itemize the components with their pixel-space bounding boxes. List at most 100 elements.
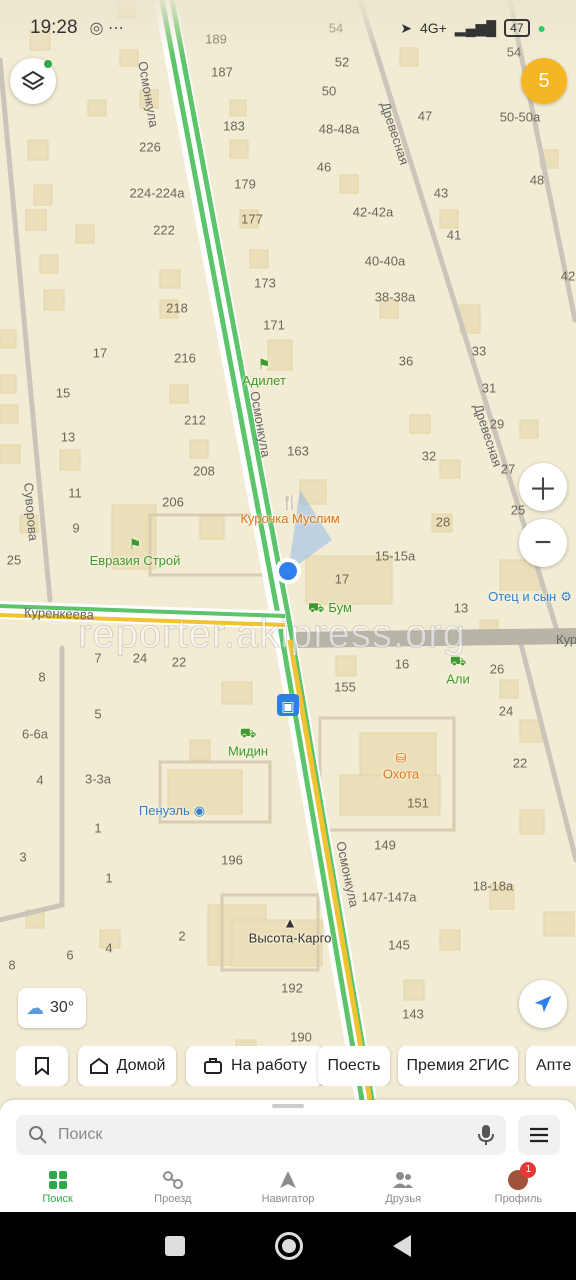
poi-penuel[interactable]: Пенуэль ◉ — [139, 803, 205, 819]
tab-label: Проезд — [154, 1192, 192, 1205]
house-number: 5 — [94, 706, 102, 722]
house-number: 25 — [6, 552, 22, 568]
chip-label: Апте — [536, 1057, 572, 1074]
home-button[interactable] — [275, 1232, 303, 1260]
house-number: 43 — [433, 185, 449, 201]
poi-evraziya-stroy[interactable]: ⚑ Евразия Строй — [90, 536, 181, 568]
house-number: 6-6а — [21, 726, 49, 742]
menu-button[interactable] — [518, 1115, 560, 1155]
avatar: 1 — [508, 1161, 537, 1190]
my-location-button[interactable] — [519, 980, 567, 1028]
house-number: 40-40а — [364, 253, 406, 269]
house-number: 1 — [94, 820, 102, 836]
house-number: 42-42а — [352, 204, 394, 220]
network-type: 4G+ — [419, 20, 447, 36]
tab-search[interactable]: Поиск — [0, 1162, 115, 1212]
house-number: 149 — [374, 837, 396, 853]
tab-profile[interactable]: 1 Профиль — [461, 1161, 576, 1212]
tab-navigator[interactable]: Навигатор — [230, 1162, 345, 1212]
house-number: 8 — [8, 957, 16, 973]
profile-badge: 1 — [520, 1161, 537, 1178]
poi-vysota-kargo[interactable]: ▲ Высота-Карго — [249, 915, 332, 946]
cloud-sun-icon: ☁ — [26, 997, 44, 1018]
poi-adilet[interactable]: ⚑ Адилет — [242, 356, 286, 388]
house-number: 25 — [510, 502, 526, 518]
house-number: 50-50а — [499, 109, 541, 125]
status-bar: 19:28 ◎ ⋯ ➤ 4G+ ▂▄▆█ 47 ● — [0, 0, 576, 56]
house-number: 33 — [471, 343, 487, 359]
food-icon: 🍴 — [281, 494, 299, 510]
house-number: 208 — [193, 463, 215, 479]
house-number: 226 — [139, 139, 161, 155]
house-number: 8 — [38, 669, 46, 685]
briefcase-icon — [204, 1058, 223, 1074]
bookmark-icon — [35, 1057, 49, 1075]
chip-label: Домой — [116, 1057, 166, 1074]
layers-indicator — [44, 60, 52, 68]
house-number: 32 — [421, 448, 437, 464]
house-number: 155 — [334, 679, 356, 695]
weather-widget[interactable]: ☁ 30° — [18, 988, 86, 1028]
house-number: 15 — [55, 385, 71, 401]
search-placeholder: Поиск — [58, 1126, 103, 1143]
house-number: 187 — [211, 64, 233, 80]
house-number: 196 — [221, 852, 243, 868]
tab-friends[interactable]: Друзья — [346, 1162, 461, 1212]
home-icon — [89, 1057, 108, 1074]
tab-label: Навигатор — [261, 1192, 315, 1205]
system-nav-bar — [0, 1212, 576, 1280]
house-number: 212 — [184, 412, 206, 428]
dot-icon: ● — [537, 20, 546, 36]
poi-ali[interactable]: ⛟ Али — [446, 654, 470, 687]
house-number: 143 — [402, 1006, 424, 1022]
house-number: 38-38а — [374, 289, 416, 305]
sheet-handle[interactable] — [272, 1104, 304, 1108]
house-number: 192 — [281, 980, 303, 996]
house-number: 48-48а — [318, 121, 360, 137]
house-number: 18-18а — [472, 878, 514, 894]
house-number: 179 — [234, 176, 256, 192]
house-number: 190 — [290, 1029, 312, 1045]
poi-midin[interactable]: ⛟ Мидин — [228, 726, 268, 759]
basket-icon: ⛟ — [239, 725, 257, 741]
friends-icon — [393, 1171, 414, 1188]
chip-label: На работу — [231, 1057, 307, 1074]
back-button[interactable] — [393, 1235, 411, 1257]
work-chip[interactable]: На работу — [186, 1046, 324, 1086]
bottom-tabs: Поиск Проезд Навигатор Друзья 1 Профиль — [0, 1161, 576, 1212]
chip-label: Премия 2ГИС — [406, 1057, 510, 1074]
microphone-icon[interactable] — [478, 1124, 494, 1146]
pharmacy-chip[interactable]: Апте — [526, 1046, 576, 1086]
notifications-badge[interactable]: 5 — [521, 58, 567, 104]
house-number: 9 — [72, 520, 80, 536]
zoom-out-button[interactable]: − — [519, 519, 567, 567]
house-number: 224-224а — [129, 185, 185, 201]
house-number: 47 — [417, 108, 433, 124]
navigation-arrow-icon — [534, 995, 552, 1013]
house-number: 52 — [334, 54, 350, 70]
home-chip[interactable]: Домой — [78, 1046, 176, 1086]
eat-chip[interactable]: Поесть — [318, 1046, 390, 1086]
house-number: 3-3а — [84, 771, 112, 787]
map-view[interactable]: ▣ 1 8 9 5 4 52 187 50 5 4 47 48-48а 50-50а 1… — [0, 0, 576, 1212]
premia-2gis-chip[interactable]: Премия 2ГИС — [398, 1046, 518, 1086]
layers-button[interactable] — [10, 58, 56, 104]
tab-route[interactable]: Проезд — [115, 1162, 230, 1212]
clock: 19:28 — [30, 17, 78, 38]
search-input[interactable]: Поиск — [16, 1115, 506, 1155]
cargo-icon: ▲ — [283, 914, 297, 931]
house-number: 216 — [174, 350, 196, 366]
house-number: 26 — [489, 661, 505, 677]
search-icon — [29, 1126, 47, 1144]
house-number: 41 — [446, 227, 462, 243]
house-number: 171 — [263, 317, 285, 333]
house-number: 46 — [316, 159, 332, 175]
house-number: 222 — [153, 222, 175, 238]
bookmark-chip[interactable] — [16, 1046, 68, 1086]
recents-button[interactable] — [165, 1236, 185, 1256]
search-grid-icon — [48, 1170, 67, 1189]
zoom-in-button[interactable]: ＋ — [519, 463, 567, 511]
poi-kurochka-muslim[interactable]: 🍴 Курочка Муслим — [240, 494, 339, 526]
poi-okhota[interactable]: ⛁ Охота — [383, 751, 419, 782]
poi-otets-i-syn[interactable]: Отец и сын ⚙ — [488, 589, 572, 605]
